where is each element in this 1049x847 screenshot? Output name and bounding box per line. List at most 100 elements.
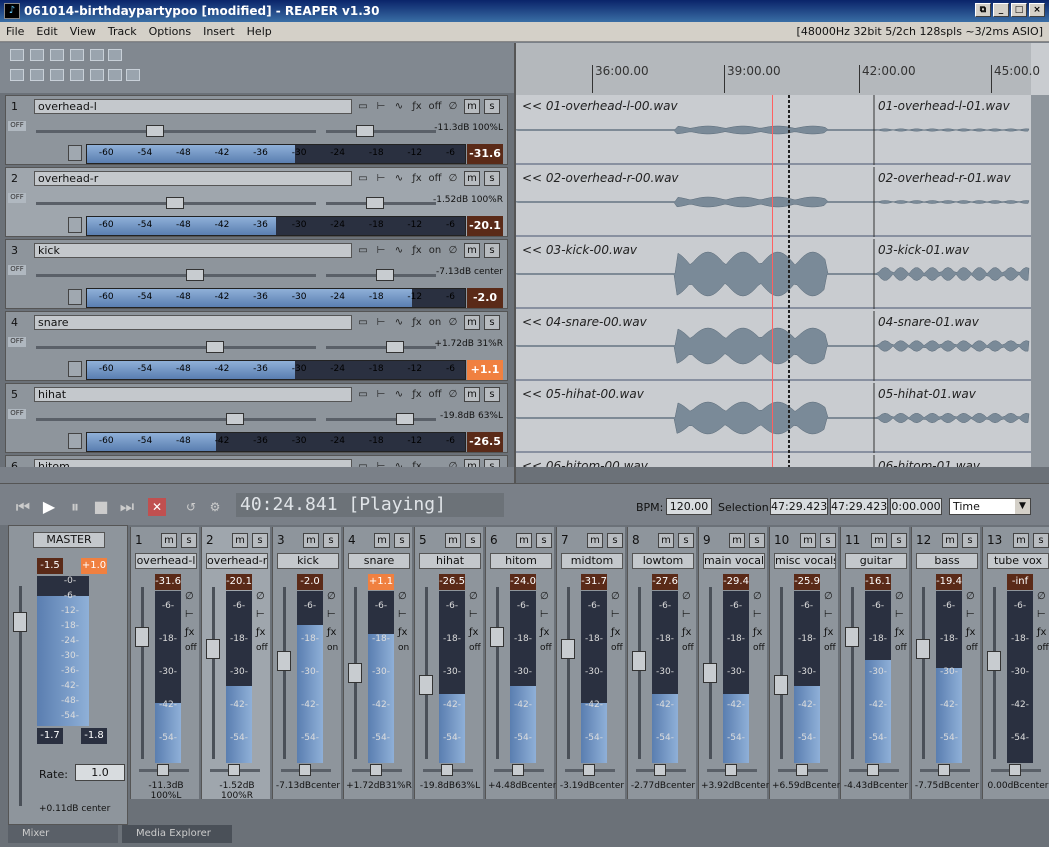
pan-knob[interactable] [654, 764, 666, 776]
channel-name[interactable]: hitom [490, 553, 552, 569]
channel-pan-slider[interactable] [565, 764, 615, 776]
track-lane[interactable]: << 02-overhead-r-00.wav 02-overhead-r-01… [516, 167, 1031, 237]
channel-fader-knob[interactable] [206, 639, 220, 659]
phase-icon[interactable]: ∅ [824, 591, 833, 602]
record-monitor-icon[interactable] [68, 289, 82, 305]
folder-icon[interactable]: ▭ [356, 460, 370, 468]
envelope-link-icon[interactable] [108, 69, 122, 81]
redo-icon[interactable] [108, 49, 122, 61]
folder-icon[interactable]: ▭ [356, 172, 370, 186]
channel-pan-slider[interactable] [636, 764, 686, 776]
channel-pan-slider[interactable] [139, 764, 189, 776]
menu-edit[interactable]: Edit [30, 25, 63, 38]
maximize-button[interactable]: □ [1011, 3, 1027, 17]
fx-icon[interactable]: ƒx [398, 627, 407, 638]
track-name-field[interactable]: snare [34, 315, 352, 330]
solo-button[interactable]: s [749, 533, 765, 548]
routing-icon[interactable]: ⊢ [753, 609, 762, 620]
routing-icon[interactable]: ⊢ [256, 609, 265, 620]
channel-fader-knob[interactable] [277, 651, 291, 671]
channel-pan-slider[interactable] [423, 764, 473, 776]
mute-button[interactable]: m [516, 533, 532, 548]
channel-volume-fader[interactable] [135, 587, 149, 759]
media-item-name[interactable]: << 01-overhead-l-00.wav [522, 99, 678, 113]
mute-button[interactable]: m [464, 243, 480, 258]
solo-button[interactable]: s [891, 533, 907, 548]
pan-knob[interactable] [370, 764, 382, 776]
track-row[interactable]: 4 snare ▭ ⊢ ∿ ƒx on ∅ m s OFF +1.72dB 31… [5, 311, 508, 381]
menu-options[interactable]: Options [143, 25, 197, 38]
channel-pan-slider[interactable] [778, 764, 828, 776]
channel-pan-slider[interactable] [849, 764, 899, 776]
phase-icon[interactable]: ∅ [446, 172, 460, 186]
routing-icon[interactable]: ⊢ [611, 609, 620, 620]
channel-pan-slider[interactable] [352, 764, 402, 776]
media-item-name[interactable]: 04-snare-01.wav [878, 315, 979, 329]
pan-knob[interactable] [583, 764, 595, 776]
routing-icon[interactable]: ⊢ [398, 609, 407, 620]
pan-knob[interactable] [228, 764, 240, 776]
menu-track[interactable]: Track [102, 25, 143, 38]
fx-icon[interactable]: ƒx [410, 172, 424, 186]
record-monitor-icon[interactable] [68, 433, 82, 449]
media-item-name[interactable]: 05-hihat-01.wav [878, 387, 976, 401]
phase-icon[interactable]: ∅ [446, 244, 460, 258]
reaper-app-icon[interactable]: ♪ [4, 3, 20, 19]
pan-knob[interactable] [796, 764, 808, 776]
channel-fader-knob[interactable] [348, 663, 362, 683]
channel-name[interactable]: hihat [419, 553, 481, 569]
track-volume-fader[interactable] [36, 197, 316, 209]
track-volume-fader[interactable] [36, 341, 316, 353]
undo-icon[interactable] [90, 49, 104, 61]
channel-fader-knob[interactable] [703, 663, 717, 683]
mute-button[interactable]: m [800, 533, 816, 548]
volume-knob[interactable] [186, 269, 204, 281]
envelope-icon[interactable]: ∿ [392, 460, 406, 468]
track-row[interactable]: 2 overhead-r ▭ ⊢ ∿ ƒx off ∅ m s OFF -1.5… [5, 167, 508, 237]
channel-volume-fader[interactable] [277, 587, 291, 759]
envelope-icon[interactable]: ∿ [392, 244, 406, 258]
volume-knob[interactable] [206, 341, 224, 353]
channel-name[interactable]: midtom [561, 553, 623, 569]
tab-mixer[interactable]: Mixer [8, 825, 118, 843]
record-arm-badge[interactable]: OFF [8, 409, 26, 419]
grid-icon[interactable] [90, 69, 104, 81]
track-volume-fader[interactable] [36, 269, 316, 281]
fx-icon[interactable]: ƒx [1037, 627, 1046, 638]
media-item-name[interactable]: 01-overhead-l-01.wav [878, 99, 1010, 113]
pan-knob[interactable] [366, 197, 384, 209]
phase-icon[interactable]: ∅ [327, 591, 336, 602]
track-name-field[interactable]: overhead-r [34, 171, 352, 186]
solo-button[interactable]: s [820, 533, 836, 548]
save-project-icon[interactable] [50, 49, 64, 61]
solo-button[interactable]: s [484, 99, 500, 114]
channel-fader-knob[interactable] [419, 675, 433, 695]
track-row[interactable]: 6 hitom ▭ ⊢ ∿ ƒx ∅ m s OFF -60-54-48-42-… [5, 455, 508, 467]
routing-icon[interactable]: ⊢ [374, 316, 388, 330]
media-item-name[interactable]: 02-overhead-r-01.wav [878, 171, 1011, 185]
volume-knob[interactable] [146, 125, 164, 137]
mute-button[interactable]: m [942, 533, 958, 548]
tab-media-explorer[interactable]: Media Explorer [122, 825, 232, 843]
phase-icon[interactable]: ∅ [446, 100, 460, 114]
track-name-field[interactable]: kick [34, 243, 352, 258]
mute-button[interactable]: m [871, 533, 887, 548]
track-volume-fader[interactable] [36, 413, 316, 425]
routing-icon[interactable]: ⊢ [374, 460, 388, 468]
snap-icon[interactable] [70, 69, 84, 81]
channel-volume-fader[interactable] [703, 587, 717, 759]
mute-button[interactable]: m [658, 533, 674, 548]
fx-icon[interactable]: ƒx [540, 627, 549, 638]
channel-volume-fader[interactable] [845, 587, 859, 759]
channel-name[interactable]: misc vocals [774, 553, 836, 569]
solo-button[interactable]: s [181, 533, 197, 548]
rate-field[interactable]: 1.0 [75, 764, 125, 781]
routing-icon[interactable]: ⊢ [374, 244, 388, 258]
phase-icon[interactable]: ∅ [446, 388, 460, 402]
horizontal-scrollbar[interactable] [516, 467, 1049, 483]
fx-icon[interactable]: ƒx [410, 316, 424, 330]
track-name-field[interactable]: hitom [34, 459, 352, 467]
bpm-field[interactable]: 120.00 [666, 498, 712, 515]
routing-icon[interactable]: ⊢ [185, 609, 194, 620]
solo-button[interactable]: s [1033, 533, 1049, 548]
